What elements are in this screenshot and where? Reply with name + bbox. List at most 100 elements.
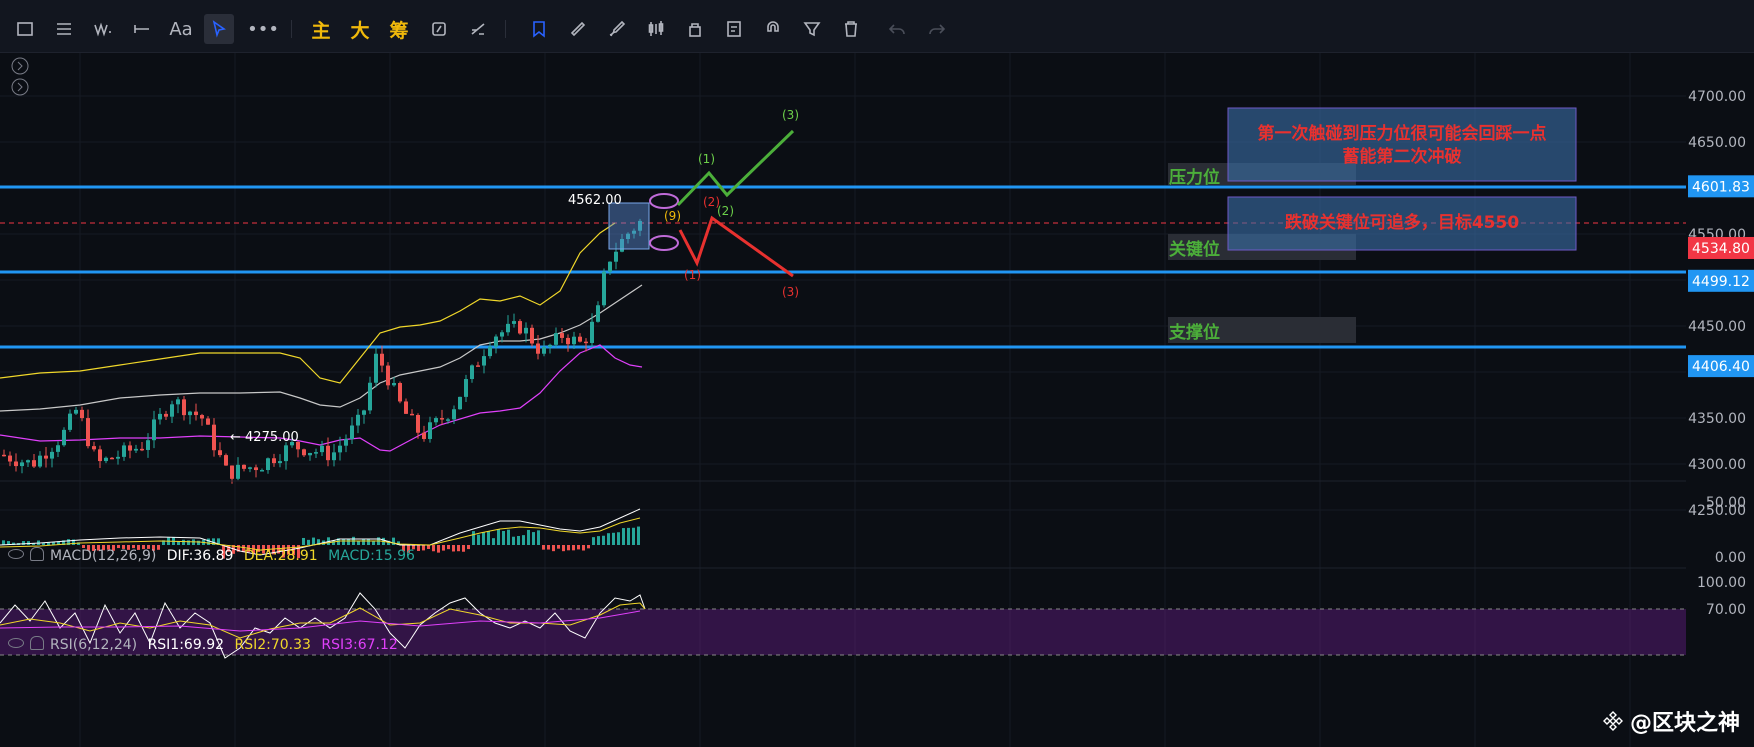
- key-level-label: 关键位: [1169, 239, 1220, 260]
- visibility-icon[interactable]: [8, 549, 24, 559]
- macd-bar: [492, 538, 495, 545]
- alert-bell-icon[interactable]: [30, 636, 44, 650]
- candle-body: [260, 470, 264, 472]
- big-indicator-button[interactable]: 大: [345, 14, 375, 44]
- macd-bar: [552, 545, 555, 552]
- filter-icon[interactable]: [797, 14, 827, 44]
- macd-bar: [182, 539, 185, 545]
- rectangle-tool-icon[interactable]: [10, 14, 40, 44]
- top-ellipse[interactable]: [649, 193, 679, 209]
- candle-body: [194, 411, 198, 416]
- drawing-toolbar: Aa ••• 主 大 筹: [0, 0, 1754, 53]
- candle-body: [8, 455, 12, 462]
- red-wave-label-1: (1): [684, 268, 701, 282]
- macd-bar: [392, 537, 395, 545]
- price-tick-label: 4700.00: [1688, 89, 1746, 105]
- candle-body: [254, 467, 258, 471]
- brush-icon[interactable]: [602, 14, 632, 44]
- macd-bar: [367, 539, 370, 545]
- candle-body: [494, 336, 498, 347]
- ruler-icon[interactable]: [563, 14, 593, 44]
- macd-bar: [47, 542, 50, 545]
- candle-body: [146, 440, 150, 450]
- candle-body: [68, 413, 72, 430]
- candle-body: [188, 411, 192, 416]
- candle-body: [38, 455, 42, 467]
- red-wave-label-2: (2): [703, 195, 720, 209]
- chips-button[interactable]: 筹: [384, 14, 414, 44]
- candle-body: [104, 457, 108, 462]
- horizontal-lines-tool-icon[interactable]: [49, 14, 79, 44]
- lock-icon[interactable]: [680, 14, 710, 44]
- toolbar-divider: [505, 20, 506, 38]
- magnet-icon[interactable]: [758, 14, 788, 44]
- candle-body: [302, 449, 306, 456]
- candle-body: [248, 467, 252, 469]
- visibility-icon[interactable]: [8, 638, 24, 648]
- collapse-arrow-icon[interactable]: [11, 57, 29, 75]
- cursor-arrow-icon[interactable]: [204, 14, 234, 44]
- candle-body: [602, 271, 606, 306]
- undo-icon[interactable]: [882, 14, 912, 44]
- macd-bar: [547, 545, 550, 550]
- bollinger-upper-line: [0, 222, 616, 384]
- candle-body: [26, 460, 30, 463]
- rsi-name: RSI(6,12,24): [50, 637, 138, 653]
- candle-body: [458, 396, 462, 410]
- candle-body: [614, 251, 618, 262]
- macd-tick-label: 50.00: [1706, 495, 1746, 511]
- rsi3-value: RSI3:67.12: [321, 637, 398, 653]
- macd-bar: [587, 545, 590, 549]
- bookmark-icon[interactable]: [524, 14, 554, 44]
- macd-bar: [502, 531, 505, 545]
- macd-bar: [22, 541, 25, 545]
- price-badge-label: 4406.40: [1692, 359, 1750, 375]
- candle-body: [272, 458, 276, 464]
- macd-bar: [497, 529, 500, 545]
- delete-icon[interactable]: [836, 14, 866, 44]
- candle-body: [572, 336, 576, 345]
- candle-body: [524, 327, 528, 334]
- template-icon[interactable]: [719, 14, 749, 44]
- candle-body: [518, 321, 522, 334]
- note-box-1-line-2: 蓄能第二次冲破: [1343, 146, 1462, 167]
- candle-body: [428, 422, 432, 439]
- zone-rectangle[interactable]: [608, 202, 650, 250]
- candles-icon[interactable]: [641, 14, 671, 44]
- candle-body: [80, 409, 84, 419]
- replay-icon[interactable]: [424, 14, 454, 44]
- toolbar-divider: [291, 20, 292, 38]
- candle-body: [164, 413, 168, 417]
- expand-arrow-icon[interactable]: [11, 78, 29, 96]
- collapse-arrow-glyph: [17, 61, 23, 71]
- candle-body: [110, 457, 114, 460]
- macd-bar: [347, 539, 350, 545]
- redo-icon[interactable]: [922, 14, 952, 44]
- candle-body: [506, 323, 510, 333]
- candle-body: [338, 445, 342, 453]
- alert-bell-icon[interactable]: [30, 547, 44, 561]
- macd-dif-value: DIF:36.89: [166, 548, 234, 564]
- candle-body: [230, 465, 234, 479]
- candle-body: [218, 450, 222, 456]
- candle-body: [422, 432, 426, 439]
- macd-tick-label: 0.00: [1715, 550, 1746, 566]
- text-tool-button[interactable]: Aa: [166, 14, 196, 44]
- main-indicator-button[interactable]: 主: [306, 14, 336, 44]
- horizontal-ray-icon[interactable]: [127, 14, 157, 44]
- candle-body: [128, 445, 132, 451]
- macd-bar: [357, 541, 360, 545]
- measure-icon[interactable]: [463, 14, 493, 44]
- bottom-ellipse[interactable]: [649, 235, 679, 251]
- candle-body: [530, 327, 534, 344]
- note-box-1[interactable]: [1227, 107, 1577, 182]
- red-wave-label-3: (3): [782, 285, 799, 299]
- price-tick-label: 4350.00: [1688, 411, 1746, 427]
- wave-tool-icon[interactable]: [88, 14, 118, 44]
- more-tools-icon[interactable]: •••: [247, 14, 279, 44]
- candle-body: [476, 365, 480, 367]
- candle-body: [320, 445, 324, 453]
- macd-bar: [607, 533, 610, 545]
- macd-dea-value: DEA:28.91: [243, 548, 318, 564]
- watermark-text: @区块之神: [1629, 711, 1740, 736]
